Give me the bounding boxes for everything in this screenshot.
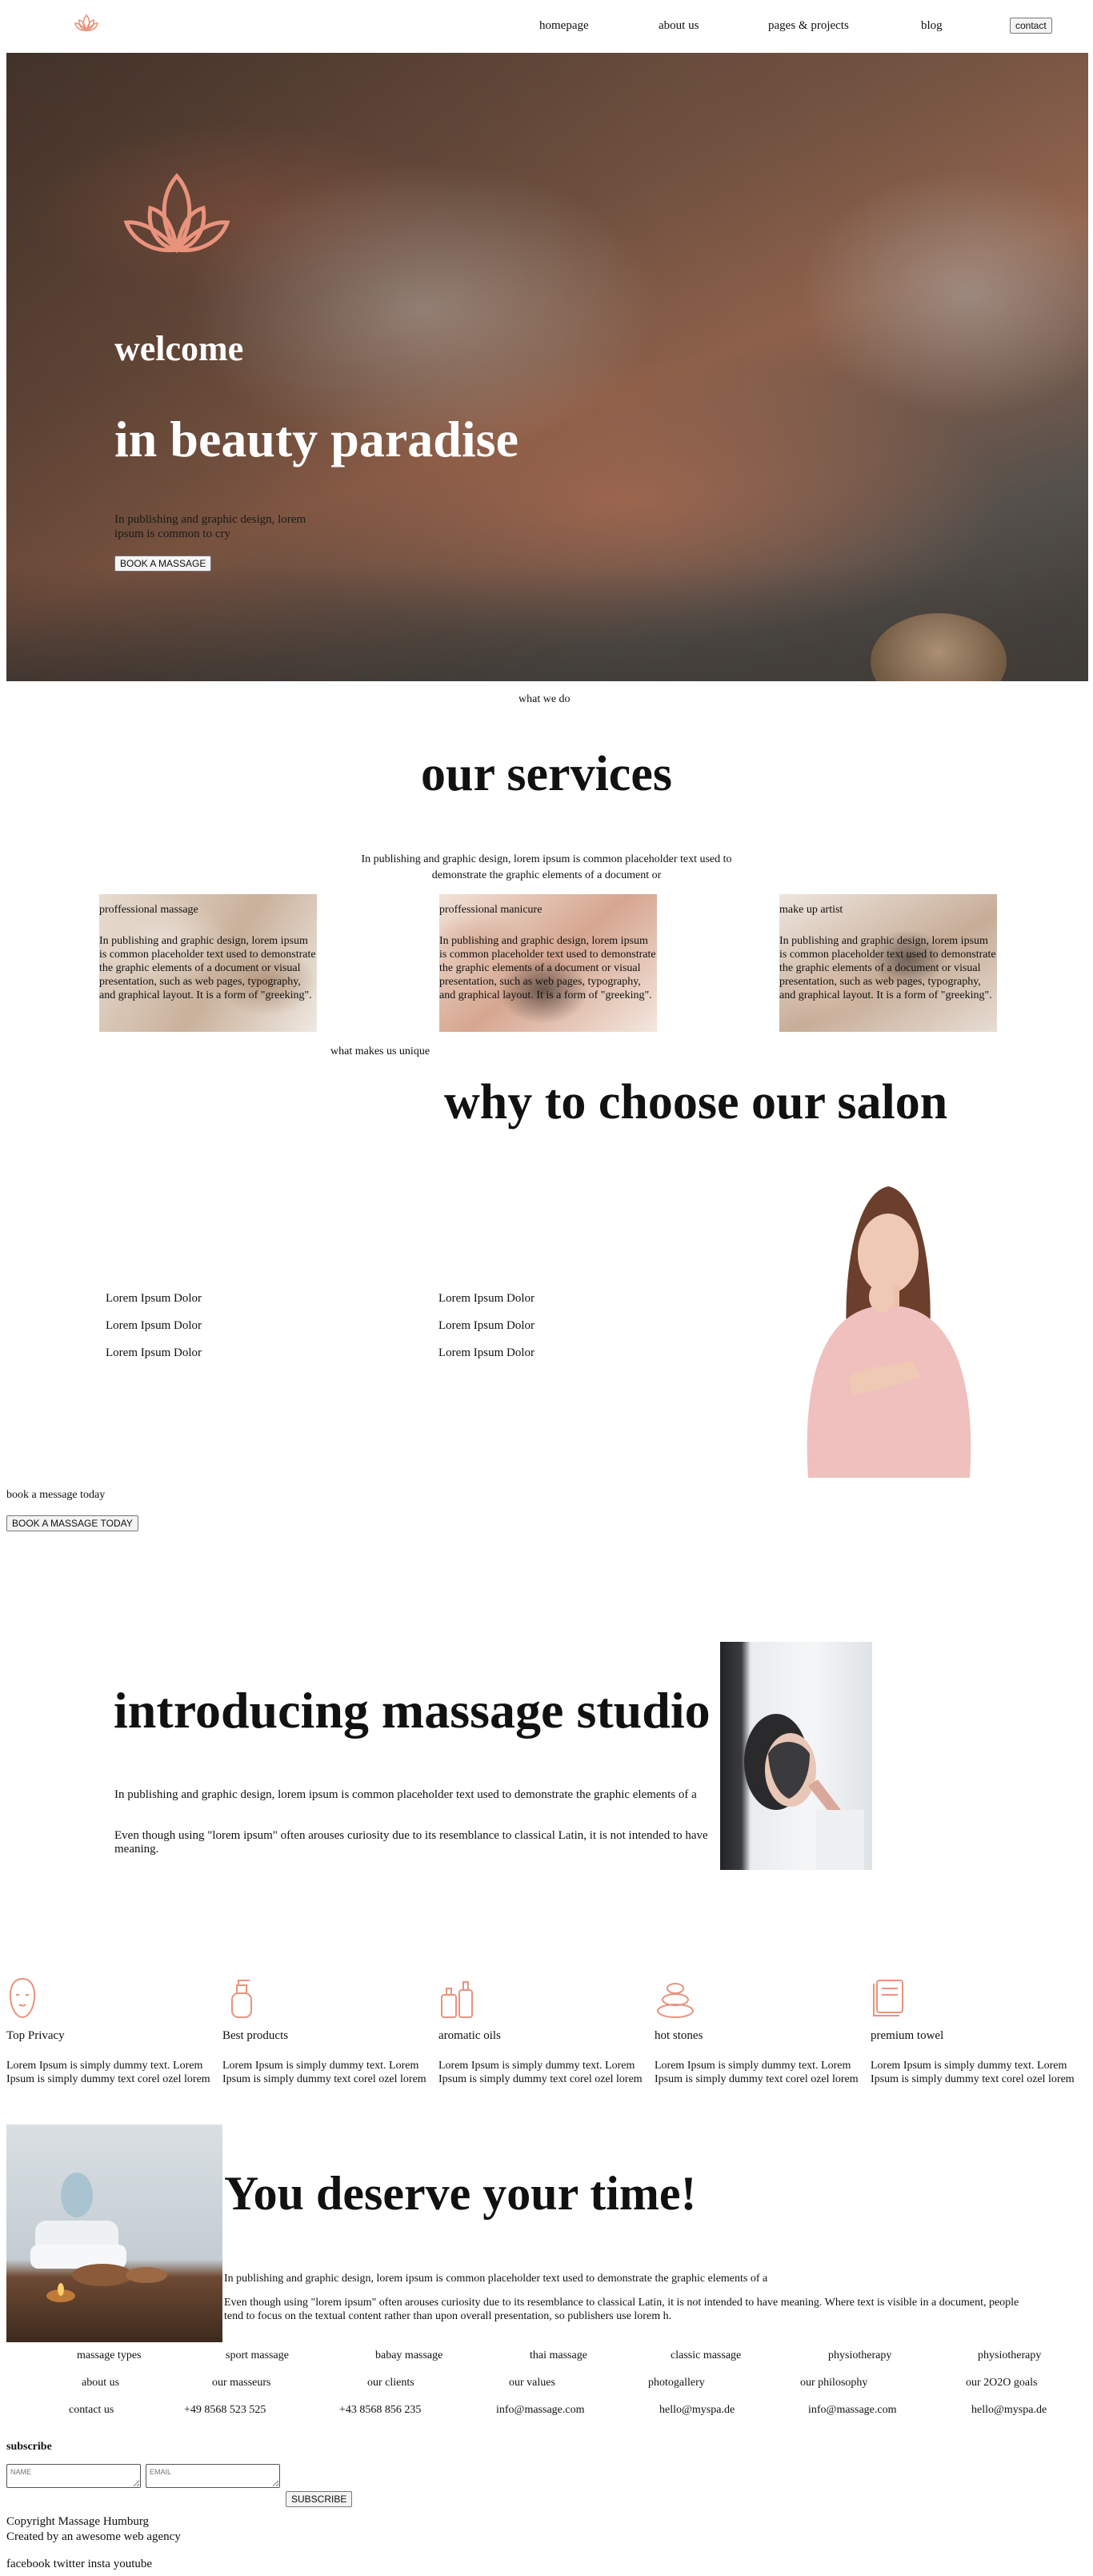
perk-title: premium towel <box>871 2029 944 2042</box>
hero-lotus-icon <box>118 170 235 259</box>
footer-link[interactable]: massage types <box>77 2349 141 2362</box>
service-title: make up artist <box>779 904 843 916</box>
footer-link[interactable]: our philosophy <box>800 2377 867 2389</box>
footer-email[interactable]: hello@myspa.de <box>971 2404 1047 2417</box>
services-intro: In publishing and graphic design, lorem … <box>361 853 732 881</box>
deserve-paragraph-2: Even though using "lorem ipsum" often ar… <box>224 2297 1019 2322</box>
perk-text: Lorem Ipsum is simply dummy text. Lorem … <box>871 2060 1075 2085</box>
footer-email[interactable]: hello@myspa.de <box>659 2404 735 2417</box>
feature-item: Lorem Ipsum Dolor <box>106 1346 202 1359</box>
service-card-makeup[interactable]: make up artist In publishing and graphic… <box>779 894 997 1032</box>
towel-icon <box>873 1980 903 2016</box>
services-kicker: what we do <box>518 693 571 705</box>
why-kicker: what makes us unique <box>330 1045 430 1057</box>
perk-text: Lorem Ipsum is simply dummy text. Lorem … <box>6 2060 210 2085</box>
feature-item: Lorem Ipsum Dolor <box>438 1346 534 1359</box>
perk-title: hot stones <box>655 2029 703 2042</box>
footer-link[interactable]: classic massage <box>671 2349 741 2362</box>
perk-top-privacy: Top Privacy Lorem Ipsum is simply dummy … <box>6 1977 222 2086</box>
perk-title: aromatic oils <box>438 2029 501 2042</box>
service-text: In publishing and graphic design, lorem … <box>99 935 316 1001</box>
deserve-title: You deserve your time! <box>224 2167 697 2220</box>
footer-link[interactable]: our 2O2O goals <box>966 2377 1037 2389</box>
hero-welcome: welcome <box>114 329 244 368</box>
why-title: why to choose our salon <box>444 1075 948 1130</box>
studio-photo <box>720 1642 872 1870</box>
perk-aromatic-oils: aromatic oils Lorem Ipsum is simply dumm… <box>438 1977 655 2086</box>
footer-link[interactable]: our values <box>509 2377 555 2389</box>
face-mask-icon <box>9 1977 36 2019</box>
footer-link[interactable]: physiotherapy <box>828 2349 891 2362</box>
footer-email[interactable]: info@massage.com <box>808 2404 896 2417</box>
book-massage-button[interactable]: BOOK A MASSAGE <box>114 556 212 572</box>
service-title: proffessional massage <box>99 904 198 916</box>
book-massage-today-button[interactable]: BOOK A MASSAGE TODAY <box>6 1515 138 1531</box>
studio-title: introducing massage studio <box>114 1682 711 1739</box>
footer-link[interactable]: photogallery <box>648 2377 705 2389</box>
footer-link[interactable]: about us <box>82 2377 119 2389</box>
hot-stones-icon <box>657 1983 694 2018</box>
footer-link[interactable]: thai massage <box>530 2349 587 2362</box>
feature-item: Lorem Ipsum Dolor <box>438 1292 534 1305</box>
footer-link[interactable]: physiotherapy <box>978 2349 1041 2362</box>
feature-item: Lorem Ipsum Dolor <box>106 1292 202 1305</box>
book-label: book a message today <box>6 1489 106 1501</box>
copyright-line-2: Created by an awesome web agency <box>6 2530 181 2543</box>
subscribe-label: subscribe <box>6 2441 52 2453</box>
spa-candles-photo <box>6 2125 222 2342</box>
perk-hot-stones: hot stones Lorem Ipsum is simply dummy t… <box>655 1977 871 2086</box>
nav-blog[interactable]: blog <box>921 19 943 33</box>
perk-text: Lorem Ipsum is simply dummy text. Lorem … <box>222 2060 426 2085</box>
service-text: In publishing and graphic design, lorem … <box>439 935 656 1001</box>
name-field[interactable] <box>6 2464 141 2488</box>
studio-paragraph-2: Even though using "lorem ipsum" often ar… <box>114 1829 708 1856</box>
lotion-bottle-icon <box>231 1980 252 2018</box>
woman-portrait <box>792 1177 984 1478</box>
perk-best-products: Best products Lorem Ipsum is simply dumm… <box>222 1977 438 2086</box>
perk-title: Best products <box>222 2029 289 2042</box>
deserve-paragraph-1: In publishing and graphic design, lorem … <box>224 2273 768 2285</box>
nav-about-us[interactable]: about us <box>659 19 699 33</box>
copyright-line-1: Copyright Massage Humburg <box>6 2515 150 2528</box>
footer-email[interactable]: info@massage.com <box>496 2404 584 2417</box>
services-title: our services <box>421 747 672 801</box>
nav-homepage[interactable]: homepage <box>539 19 589 33</box>
feature-item: Lorem Ipsum Dolor <box>106 1319 202 1332</box>
subscribe-button[interactable]: SUBSCRIBE <box>286 2491 353 2507</box>
hero-title: in beauty paradise <box>114 411 518 467</box>
lotus-logo-icon[interactable] <box>73 13 100 34</box>
footer-link[interactable]: contact us <box>69 2404 114 2417</box>
footer-link[interactable]: our clients <box>367 2377 414 2389</box>
hero-text: In publishing and graphic design, lorem … <box>114 513 306 540</box>
feature-item: Lorem Ipsum Dolor <box>438 1319 534 1332</box>
perk-text: Lorem Ipsum is simply dummy text. Lorem … <box>655 2060 859 2085</box>
footer-link[interactable]: our masseurs <box>212 2377 271 2389</box>
service-card-manicure[interactable]: proffessional manicure In publishing and… <box>439 894 657 1032</box>
footer-phone[interactable]: +49 8568 523 525 <box>184 2404 266 2417</box>
footer-link[interactable]: sport massage <box>226 2349 289 2362</box>
studio-paragraph-1: In publishing and graphic design, lorem … <box>114 1788 697 1801</box>
nav-pages-projects[interactable]: pages & projects <box>768 19 849 33</box>
service-card-massage[interactable]: proffessional massage In publishing and … <box>99 894 317 1032</box>
perk-premium-towel: premium towel Lorem Ipsum is simply dumm… <box>871 1977 1087 2086</box>
email-field[interactable] <box>146 2464 280 2488</box>
social-links[interactable]: facebook twitter insta youtube <box>6 2558 152 2571</box>
service-title: proffessional manicure <box>439 904 542 916</box>
oil-bottles-icon <box>441 1981 473 2018</box>
footer-phone[interactable]: +43 8568 856 235 <box>339 2404 421 2417</box>
contact-button[interactable]: contact <box>1010 18 1052 34</box>
footer-link[interactable]: babay massage <box>375 2349 442 2362</box>
service-text: In publishing and graphic design, lorem … <box>779 935 996 1001</box>
perk-text: Lorem Ipsum is simply dummy text. Lorem … <box>438 2060 643 2085</box>
perk-title: Top Privacy <box>6 2029 65 2042</box>
